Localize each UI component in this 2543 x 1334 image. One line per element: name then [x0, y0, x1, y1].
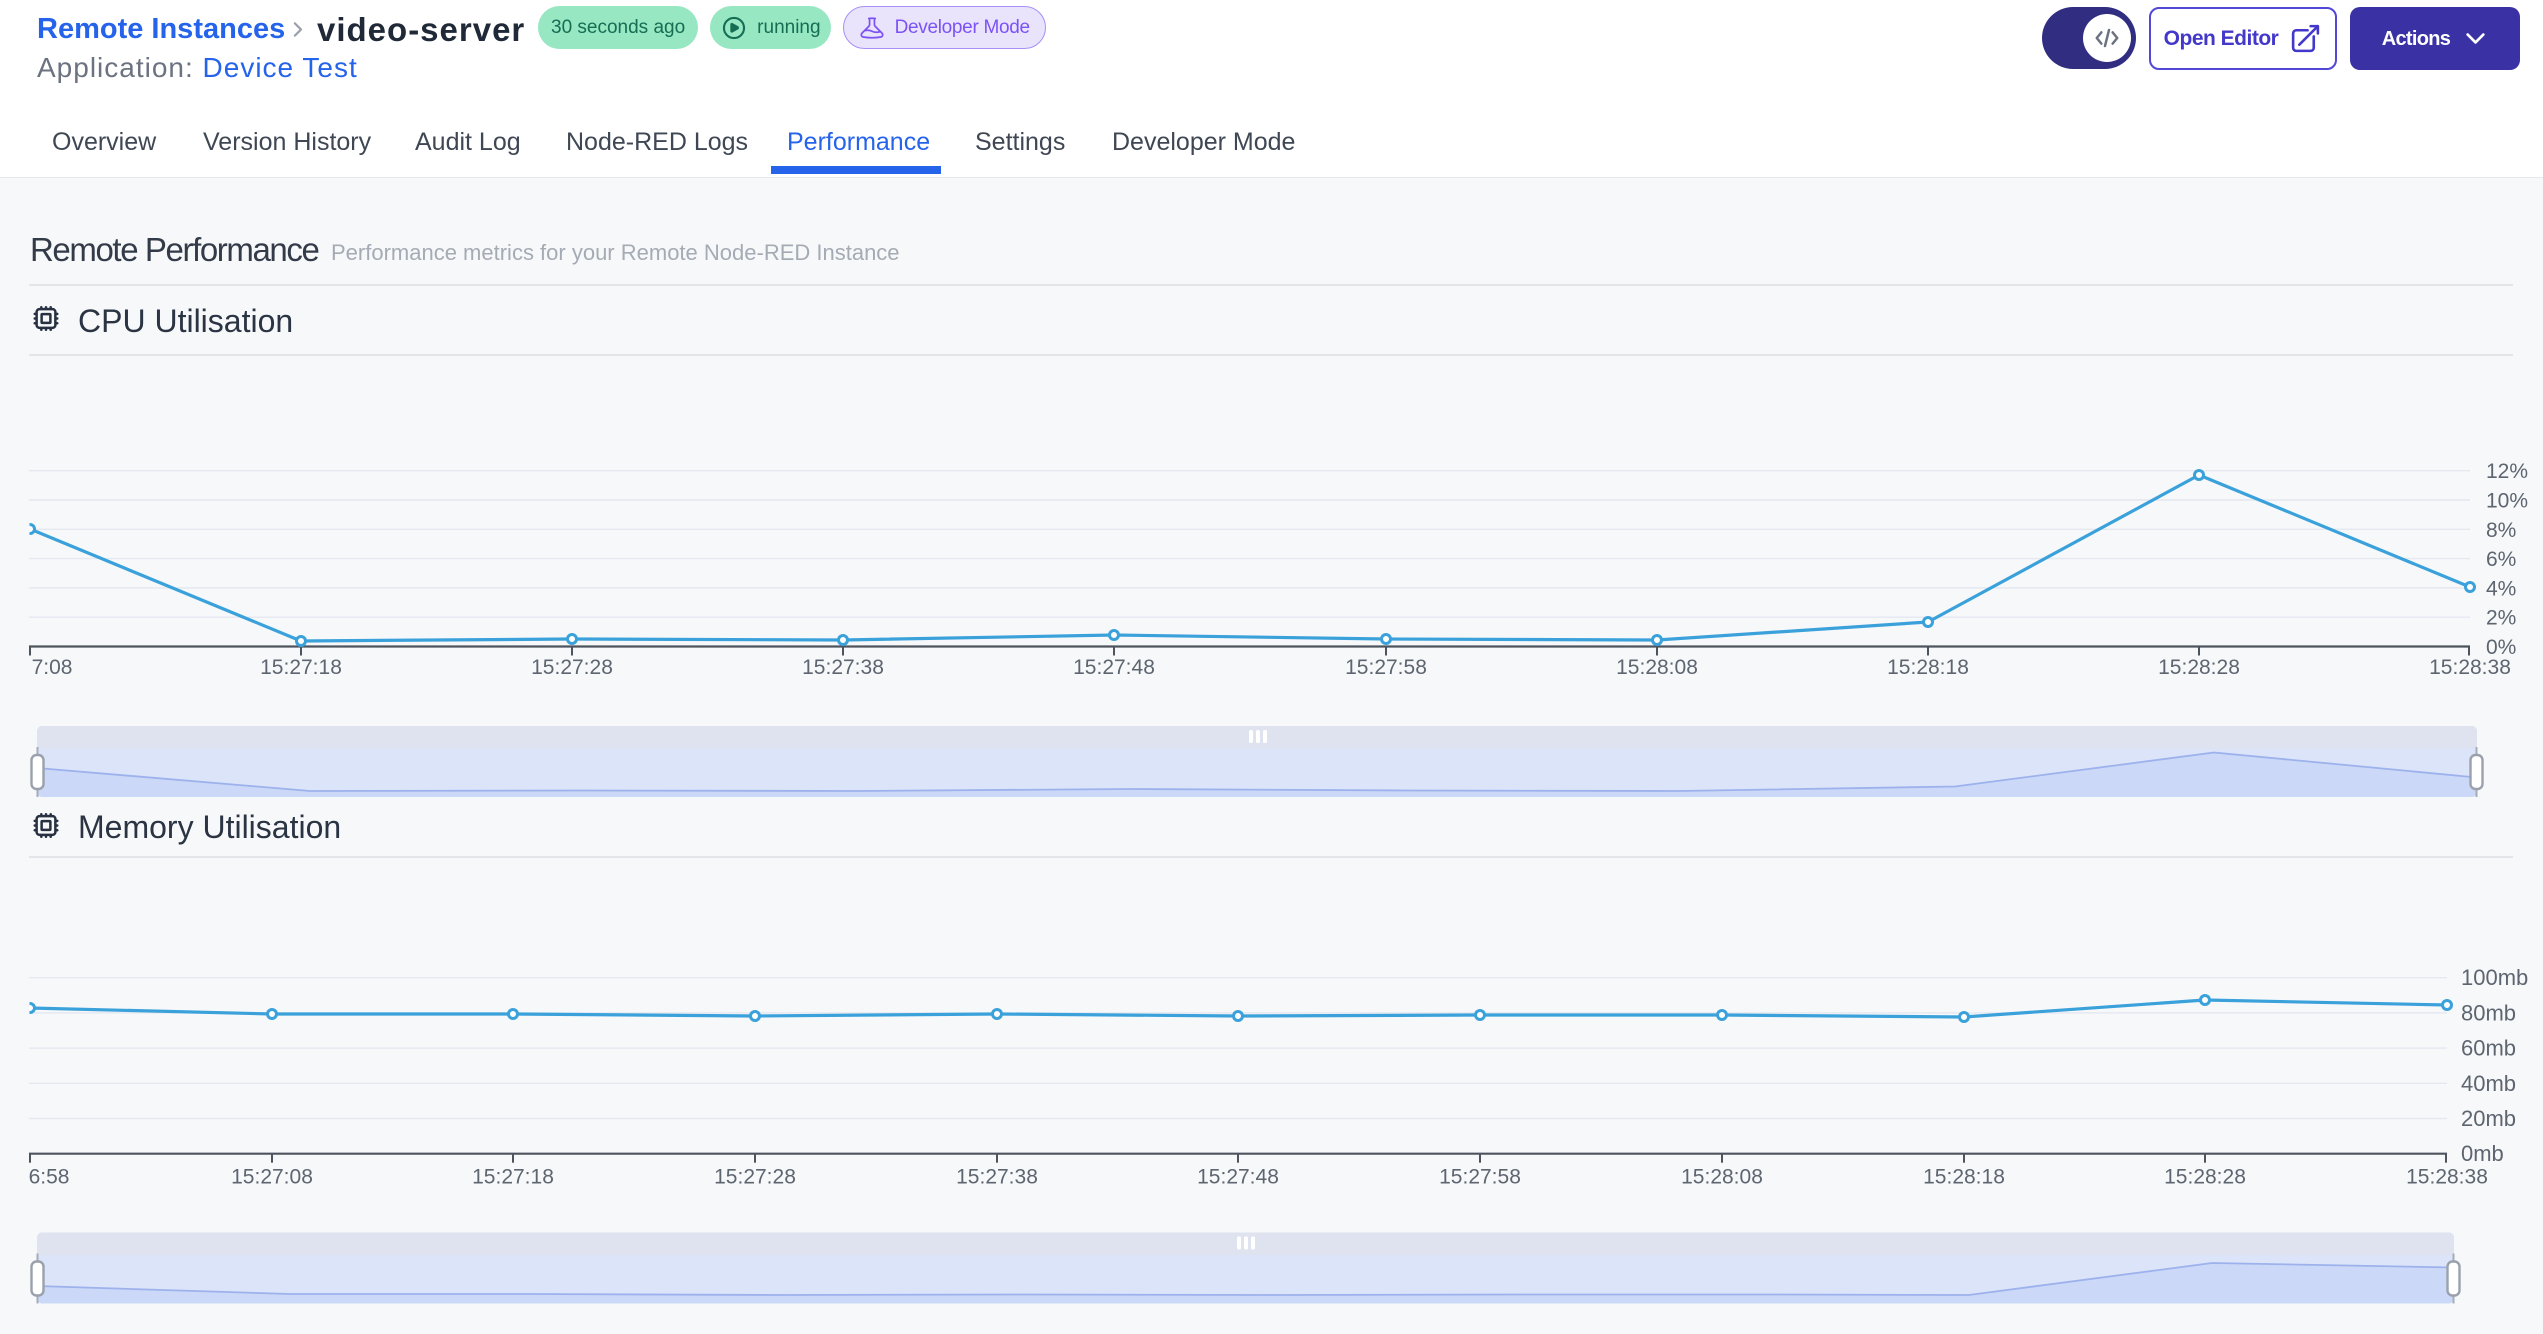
svg-text:15:28:08: 15:28:08 — [1616, 656, 1698, 679]
svg-text:6:58: 6:58 — [29, 1166, 70, 1189]
svg-text:12%: 12% — [2486, 460, 2528, 483]
svg-text:15:27:08: 15:27:08 — [231, 1166, 313, 1189]
svg-text:40mb: 40mb — [2461, 1071, 2516, 1096]
svg-text:15:27:28: 15:27:28 — [531, 656, 613, 679]
svg-text:80mb: 80mb — [2461, 1000, 2516, 1025]
svg-text:15:28:28: 15:28:28 — [2158, 656, 2240, 679]
svg-text:10%: 10% — [2486, 490, 2528, 513]
svg-text:15:27:18: 15:27:18 — [472, 1166, 554, 1189]
svg-text:7:08: 7:08 — [32, 656, 73, 679]
svg-text:2%: 2% — [2486, 607, 2516, 630]
svg-text:15:27:58: 15:27:58 — [1439, 1166, 1521, 1189]
svg-text:15:28:38: 15:28:38 — [2429, 656, 2511, 679]
svg-text:60mb: 60mb — [2461, 1036, 2516, 1061]
svg-text:15:27:38: 15:27:38 — [802, 656, 884, 679]
svg-text:0mb: 0mb — [2461, 1141, 2504, 1166]
svg-text:15:28:28: 15:28:28 — [2164, 1166, 2246, 1189]
svg-text:15:28:08: 15:28:08 — [1681, 1166, 1763, 1189]
svg-text:20mb: 20mb — [2461, 1106, 2516, 1131]
svg-text:15:27:28: 15:27:28 — [714, 1166, 796, 1189]
svg-text:15:27:48: 15:27:48 — [1197, 1166, 1279, 1189]
svg-text:8%: 8% — [2486, 519, 2516, 542]
svg-text:100mb: 100mb — [2461, 965, 2528, 990]
svg-text:4%: 4% — [2486, 577, 2516, 600]
svg-text:6%: 6% — [2486, 548, 2516, 571]
svg-text:15:28:18: 15:28:18 — [1887, 656, 1969, 679]
svg-text:15:27:58: 15:27:58 — [1345, 656, 1427, 679]
svg-text:15:28:18: 15:28:18 — [1923, 1166, 2005, 1189]
svg-text:15:27:38: 15:27:38 — [956, 1166, 1038, 1189]
svg-text:15:27:18: 15:27:18 — [260, 656, 342, 679]
svg-text:15:27:48: 15:27:48 — [1073, 656, 1155, 679]
svg-text:15:28:38: 15:28:38 — [2406, 1166, 2488, 1189]
